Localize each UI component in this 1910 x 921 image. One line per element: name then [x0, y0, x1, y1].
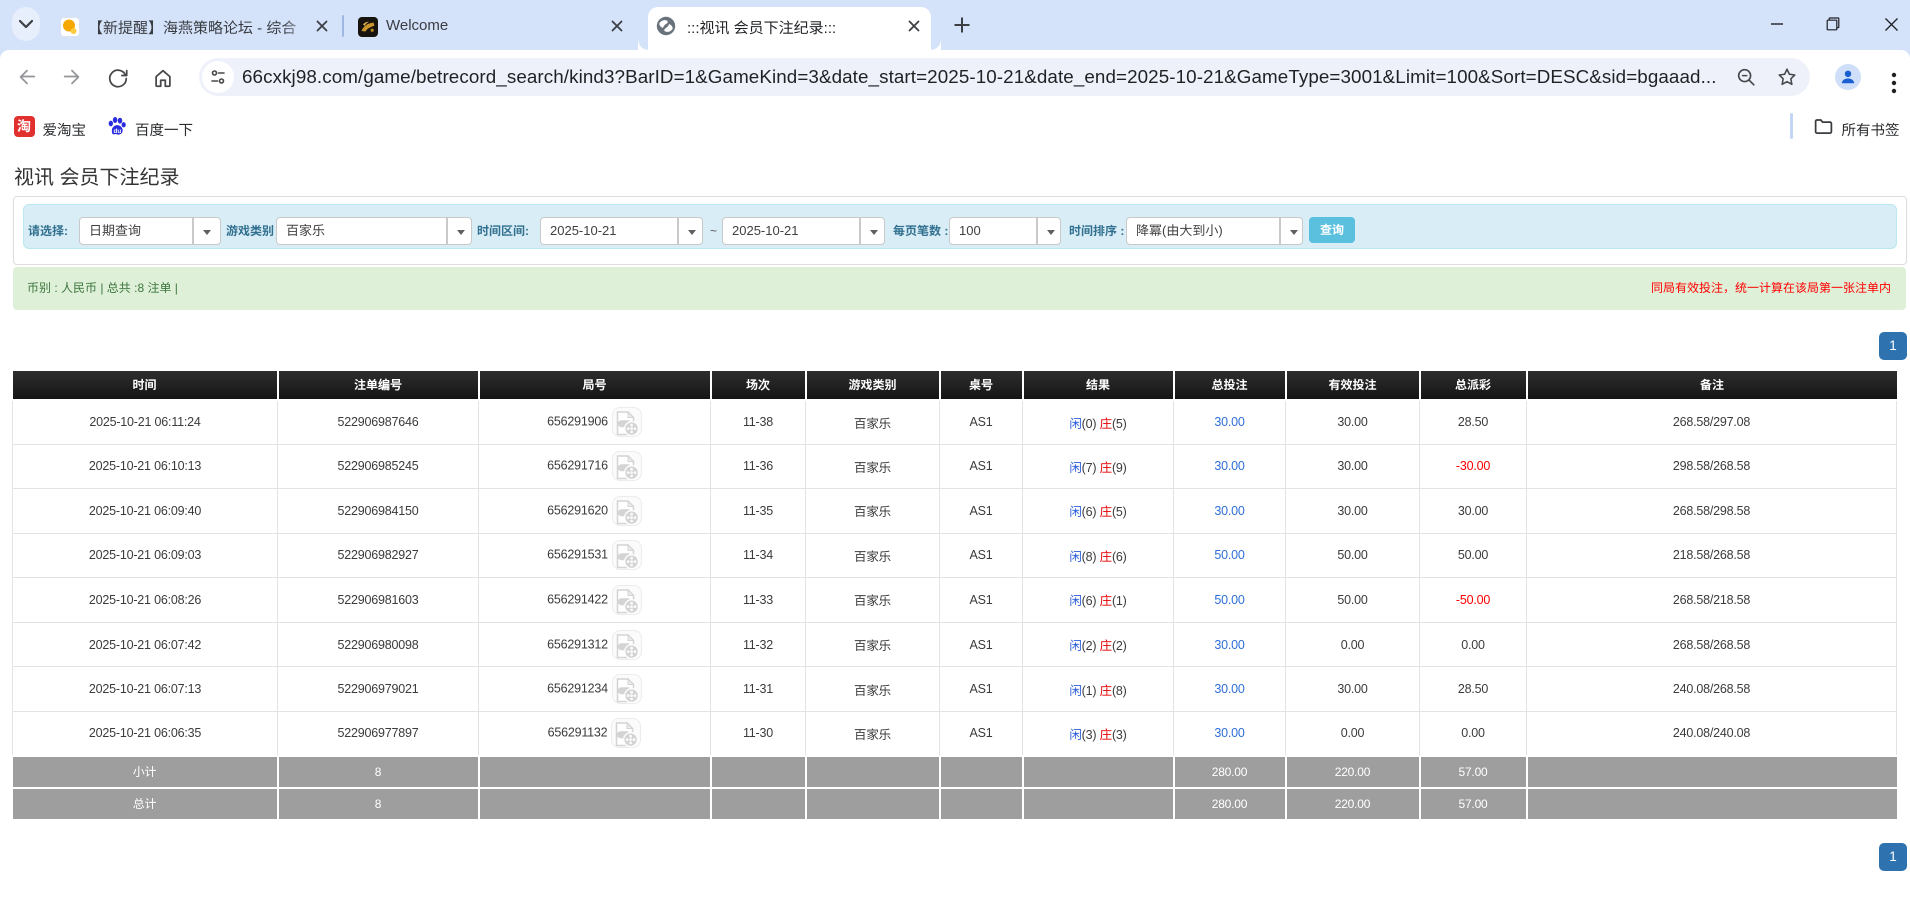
- svg-text:du: du: [114, 128, 122, 135]
